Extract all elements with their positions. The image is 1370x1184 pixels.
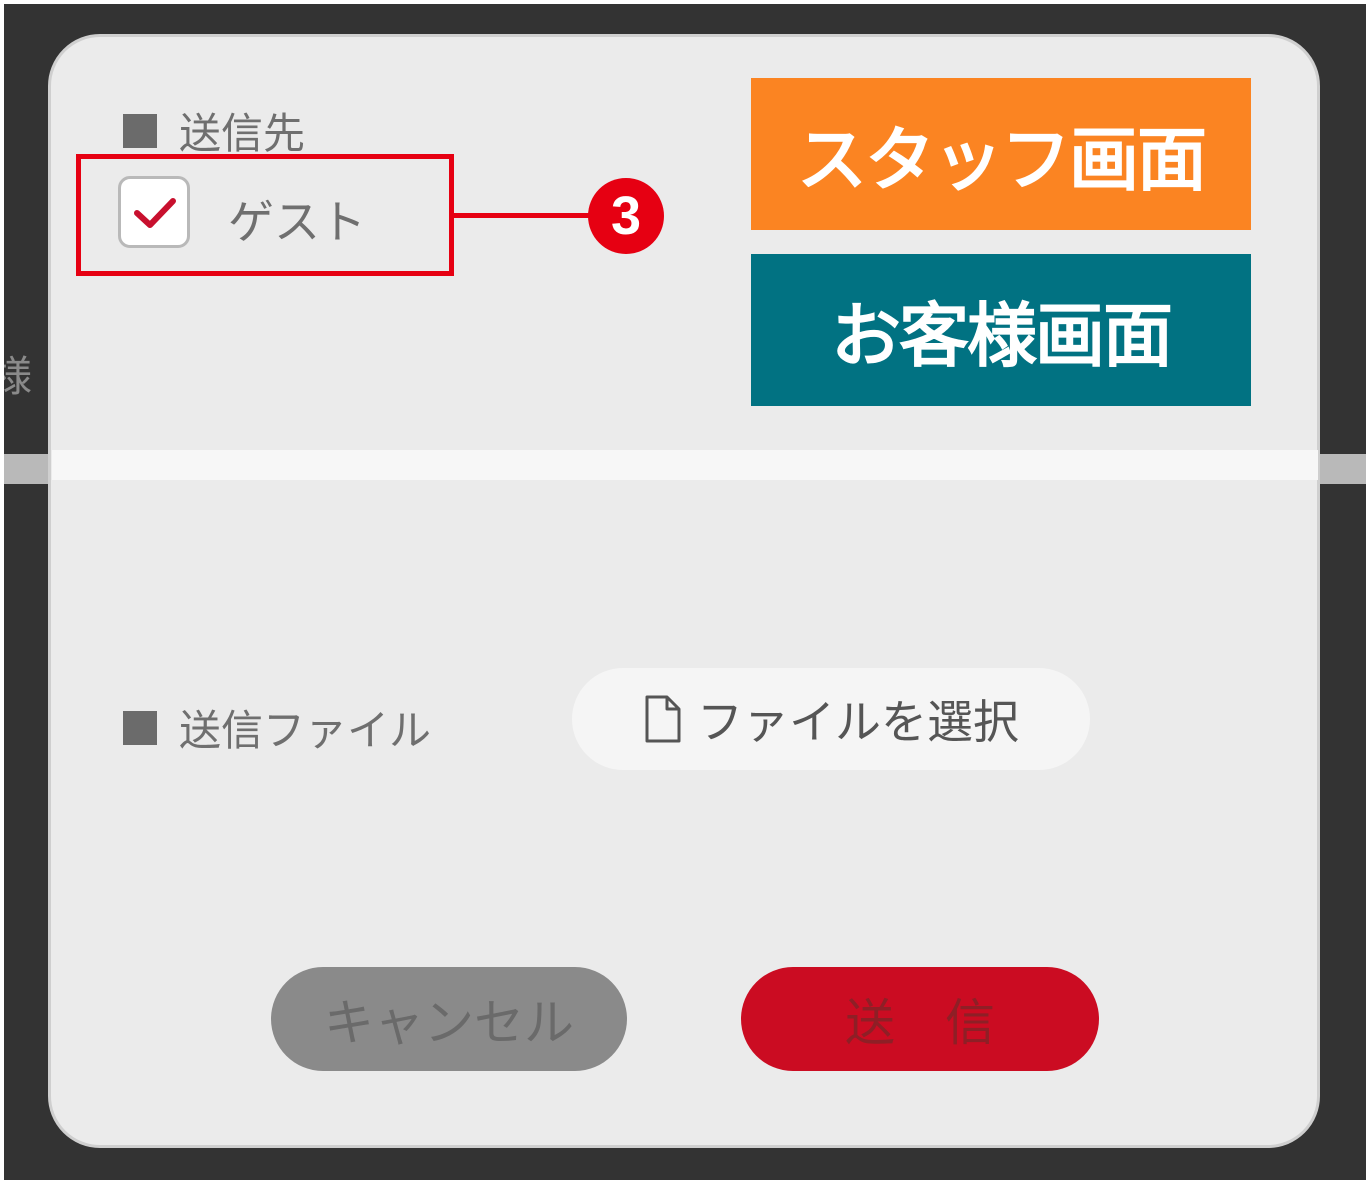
choose-file-button[interactable]: ファイルを選択: [572, 668, 1090, 770]
send-button[interactable]: 送 信: [741, 967, 1099, 1071]
callout-connector-line: [454, 213, 602, 218]
staff-screen-tag: スタッフ画面: [751, 78, 1251, 230]
file-label-text: 送信ファイル: [179, 706, 432, 755]
file-section-label: 送信ファイル: [123, 697, 431, 758]
dialog-divider: [52, 450, 1318, 480]
callout-highlight-box: [76, 154, 454, 276]
background-partial-text: 様: [4, 352, 33, 401]
square-bullet-icon: [123, 113, 157, 148]
guest-screen-tag: お客様画面: [751, 254, 1251, 406]
square-bullet-icon: [123, 710, 157, 745]
file-icon: [645, 695, 681, 743]
destination-section-label: 送信先: [123, 100, 305, 161]
choose-file-label: ファイルを選択: [697, 695, 1019, 749]
callout-number-badge: 3: [588, 178, 664, 254]
cancel-button[interactable]: キャンセル: [271, 967, 627, 1071]
destination-label-text: 送信先: [179, 109, 306, 158]
